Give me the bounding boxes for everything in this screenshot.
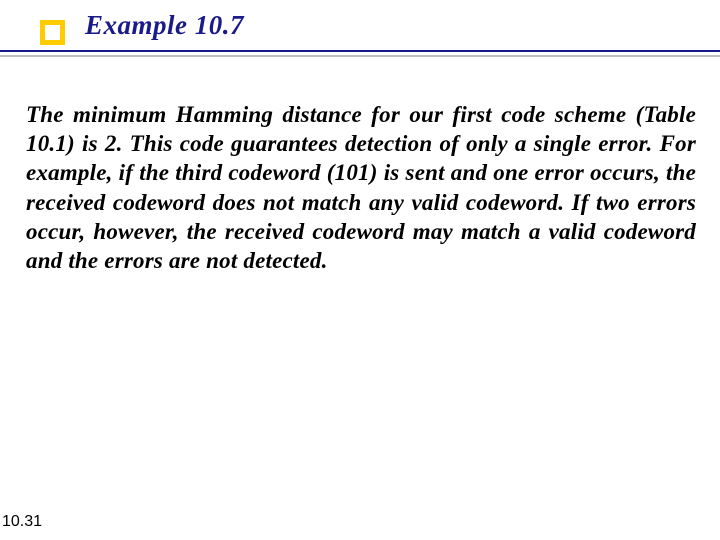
title-shadow-line [0,55,720,57]
slide-title: Example 10.7 [85,10,244,41]
title-underline [0,50,720,52]
bullet-icon [40,20,65,45]
slide-container: Example 10.7 The minimum Hamming distanc… [0,0,720,540]
bullet-inner-square [45,25,60,40]
body-text: The minimum Hamming distance for our fir… [26,100,696,275]
slide-number: 10.31 [2,513,42,531]
